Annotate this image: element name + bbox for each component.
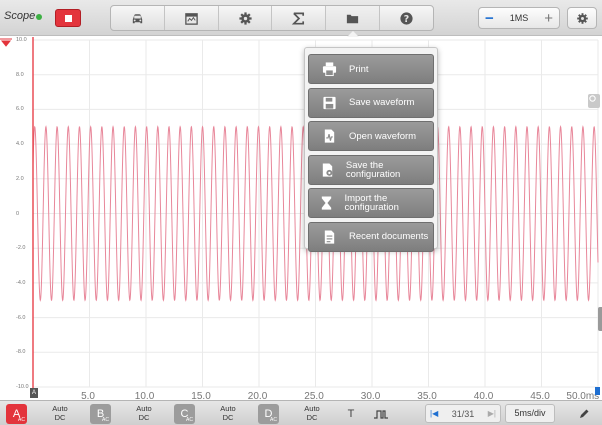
channel-d-mode[interactable]: Auto DC — [296, 404, 328, 422]
channel-b-button[interactable]: B AC — [90, 404, 111, 424]
time-per-div-button[interactable]: 5ms/div — [505, 404, 555, 423]
channel-b-mode[interactable]: Auto DC — [128, 404, 160, 422]
mode-coupling: DC — [54, 412, 66, 422]
connection-status-icon — [36, 14, 43, 20]
y-tick-label: 0 — [16, 210, 20, 217]
save-icon — [322, 96, 336, 109]
top-toolbar: Scope ? − 1MS + — [0, 0, 602, 37]
menu-item-print[interactable]: Print — [308, 54, 434, 84]
pen-icon — [580, 409, 589, 418]
measure-tool-button[interactable] — [572, 405, 596, 422]
settings-button[interactable] — [567, 7, 597, 29]
file-menu: Print Save waveform Open waveform Save t… — [304, 47, 438, 252]
sigma-icon — [292, 12, 305, 24]
y-tick-label: -6.0 — [16, 314, 26, 321]
y-tick-label: -10.0 — [16, 384, 29, 390]
channel-coupling: AC — [186, 417, 193, 423]
menu-item-label: Save waveform — [349, 97, 415, 108]
plus-icon[interactable]: + — [544, 11, 553, 26]
mode-coupling: DC — [222, 412, 234, 422]
y-tick-label: 4.0 — [16, 141, 24, 148]
menu-item-label: Print — [349, 63, 369, 75]
menu-item-label: Import the configuration — [344, 193, 433, 213]
mode-coupling: DC — [138, 412, 150, 422]
page-navigator: |◀ 31/31 ▶| — [425, 404, 501, 423]
recent-documents-icon — [324, 229, 334, 244]
y-tick-label: 8.0 — [16, 71, 24, 78]
pulse-trigger-button[interactable] — [370, 406, 392, 421]
save-config-icon — [322, 162, 333, 177]
stop-button[interactable] — [55, 9, 81, 27]
printer-icon — [322, 62, 336, 77]
gear-icon — [576, 12, 588, 24]
pulse-icon — [374, 409, 388, 419]
data-log-button[interactable] — [165, 6, 219, 30]
y-tick-label: -2.0 — [16, 245, 26, 252]
channel-c-mode[interactable]: Auto DC — [212, 404, 244, 422]
timebase-value: 1MS — [509, 13, 529, 23]
first-page-icon[interactable]: |◀ — [430, 409, 438, 418]
waveform-plot[interactable]: 10.0 8.0 6.0 4.0 2.0 0 -2.0 -4.0 -6.0 -8.0 -10.0 5… — [0, 37, 602, 402]
text-annotation-button[interactable]: T — [344, 406, 358, 421]
bottom-bar: A AC Auto DC B AC Auto DC C AC Auto DC D AC Aut… — [0, 400, 602, 425]
menu-item-import-configuration[interactable]: Import the configuration — [308, 188, 434, 218]
math-channel-button[interactable] — [272, 6, 327, 30]
menu-item-save-waveform[interactable]: Save waveform — [308, 87, 434, 118]
channel-settings-button[interactable] — [219, 6, 273, 30]
last-page-icon[interactable]: ▶| — [488, 409, 496, 418]
app-name: Scope — [4, 10, 36, 22]
menu-item-text: Import the configuration — [344, 193, 399, 213]
menu-item-text: Save the configuration — [345, 159, 401, 180]
help-icon: ? — [400, 11, 413, 24]
mode-coupling: DC — [306, 412, 318, 422]
y-tick-label: 10.0 — [16, 37, 27, 43]
calendar-icon — [184, 12, 198, 25]
channel-a-origin-marker[interactable]: A — [30, 388, 38, 398]
menu-item-label: Save the configuration — [345, 159, 433, 180]
side-panel-handle[interactable] — [598, 307, 602, 331]
tool-group: ? — [110, 5, 434, 37]
menu-item-recent-documents[interactable]: Recent documents — [308, 221, 434, 252]
y-tick-label: -8.0 — [16, 349, 26, 356]
open-waveform-icon — [324, 129, 334, 143]
y-tick-label: -4.0 — [16, 279, 26, 286]
waveform-canvas — [32, 37, 599, 389]
menu-item-text: Recent documents — [349, 231, 429, 242]
menu-item-open-waveform[interactable]: Open waveform — [308, 121, 434, 151]
folder-icon — [347, 14, 359, 23]
y-tick-label: 2.0 — [16, 175, 24, 182]
channel-coupling: AC — [102, 417, 109, 423]
channel-a-mode[interactable]: Auto DC — [44, 404, 76, 422]
menu-item-label: Recent documents — [349, 231, 429, 242]
file-button[interactable] — [326, 6, 381, 37]
y-tick-label: 6.0 — [16, 106, 24, 113]
time-cursor-marker[interactable] — [595, 387, 600, 395]
zoom-icon[interactable] — [588, 94, 600, 108]
import-config-icon — [322, 196, 332, 210]
gear-icon — [238, 11, 252, 25]
channel-d-button[interactable]: D AC — [258, 404, 279, 424]
timebase-control: − 1MS + — [478, 7, 560, 29]
help-button[interactable]: ? — [380, 6, 433, 30]
minus-icon[interactable]: − — [485, 11, 494, 26]
vehicle-button[interactable] — [111, 6, 165, 30]
channel-c-button[interactable]: C AC — [174, 404, 195, 424]
channel-coupling: AC — [270, 417, 277, 423]
page-counter: 31/31 — [451, 408, 475, 419]
menu-item-save-configuration[interactable]: Save the configuration — [308, 154, 434, 185]
channel-coupling: AC — [18, 417, 25, 423]
app-logo: Scope — [4, 10, 43, 22]
stop-icon — [65, 15, 72, 22]
trigger-level-icon[interactable] — [0, 37, 12, 47]
svg-text:?: ? — [404, 13, 409, 24]
car-icon — [132, 13, 143, 23]
channel-a-button[interactable]: A AC — [6, 404, 27, 424]
menu-item-label: Open waveform — [349, 130, 417, 142]
